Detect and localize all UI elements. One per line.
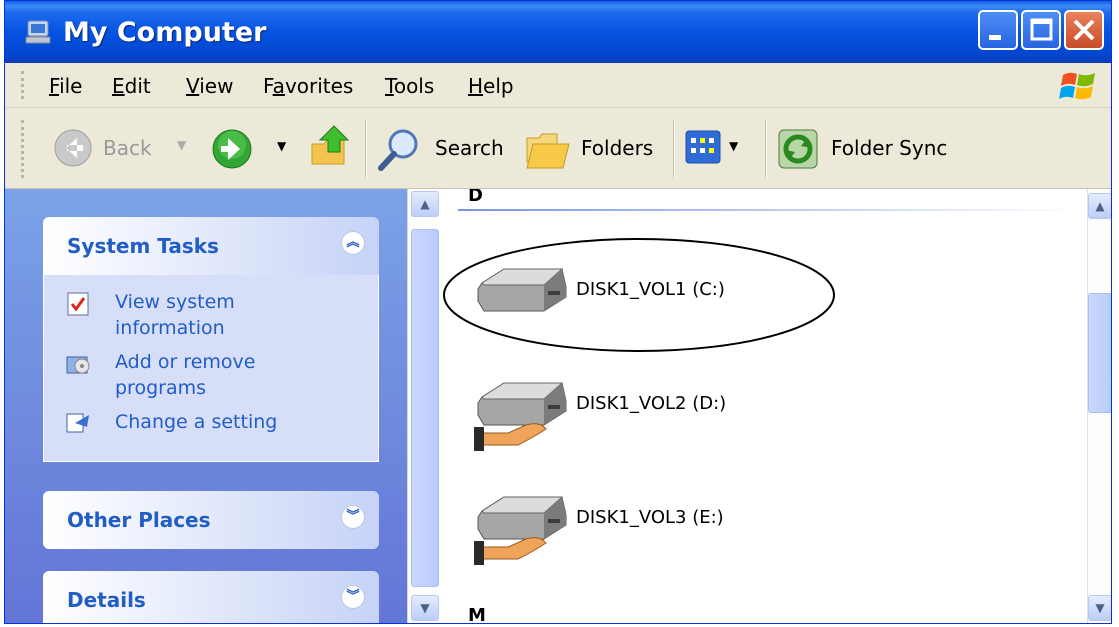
task-label-line1: View system: [115, 291, 235, 313]
forward-button[interactable]: [211, 128, 253, 170]
scroll-down-arrow-icon[interactable]: ▼: [1088, 595, 1111, 621]
forward-dropdown-arrow-icon[interactable]: ▼: [277, 139, 286, 153]
scroll-up-arrow-icon[interactable]: ▲: [1088, 193, 1111, 219]
menu-favorites[interactable]: Favorites: [263, 74, 353, 98]
highlight-ellipse: [443, 238, 835, 352]
search-magnifier-icon: [378, 129, 418, 171]
forward-arrow-icon: [212, 129, 252, 169]
close-icon: [1073, 19, 1095, 41]
task-pane-scrollbar[interactable]: ▲ ▼: [407, 189, 442, 623]
group-header-more: M: [468, 605, 486, 624]
maximize-icon: [1030, 18, 1053, 41]
drive-item[interactable]: DISK1_VOL3 (E:): [470, 481, 770, 565]
maximize-button[interactable]: [1021, 10, 1061, 50]
minimize-icon: [989, 35, 1001, 40]
views-button[interactable]: ▼: [685, 130, 749, 170]
drive-label: DISK1_VOL2 (D:): [576, 393, 727, 414]
back-dropdown-arrow-icon[interactable]: ▼: [177, 138, 186, 152]
menu-file[interactable]: File: [49, 74, 82, 98]
folders-button[interactable]: Folders: [525, 118, 665, 178]
scroll-thumb[interactable]: [411, 229, 439, 587]
menu-grip[interactable]: [21, 71, 27, 99]
file-list-scrollbar[interactable]: ▲ ▼: [1087, 189, 1111, 623]
toolbar-separator: [673, 120, 675, 178]
details-title: Details: [67, 588, 146, 612]
search-label: Search: [435, 136, 504, 160]
drive-label: DISK1_VOL3 (E:): [576, 507, 724, 528]
my-computer-icon: [25, 20, 51, 44]
scroll-thumb[interactable]: [1088, 293, 1111, 413]
close-button[interactable]: [1064, 10, 1104, 50]
folder-sync-button[interactable]: Folder Sync: [777, 118, 977, 178]
menu-view[interactable]: View: [186, 74, 233, 98]
up-folder-icon[interactable]: [308, 122, 356, 170]
details-header[interactable]: Details ︾: [43, 571, 379, 623]
back-label: Back: [103, 136, 152, 160]
other-places-panel: Other Places ︾: [43, 491, 379, 549]
expand-chevron-icon[interactable]: ︾: [341, 505, 365, 529]
scroll-up-arrow-icon[interactable]: ▲: [411, 191, 439, 217]
system-tasks-header[interactable]: System Tasks ︽: [43, 217, 379, 275]
folders-label: Folders: [581, 136, 654, 160]
details-panel: Details ︾: [43, 571, 379, 623]
back-button[interactable]: Back ▼: [45, 116, 195, 180]
standard-toolbar: Back ▼ ▼ Search Folders ▼ Folder Sync: [5, 108, 1111, 189]
toolbar-separator: [365, 120, 367, 178]
folders-icon: [526, 133, 570, 169]
menu-help[interactable]: Help: [468, 74, 514, 98]
system-tasks-panel: System Tasks ︽ View system information A…: [43, 217, 379, 462]
folder-sync-label: Folder Sync: [831, 136, 948, 160]
expand-chevron-icon[interactable]: ︾: [341, 585, 365, 609]
title-bar[interactable]: My Computer: [5, 1, 1111, 63]
group-divider: [458, 209, 1078, 211]
system-tasks-title: System Tasks: [67, 234, 219, 258]
menu-bar: File Edit View Favorites Tools Help: [5, 63, 1111, 108]
other-places-header[interactable]: Other Places ︾: [43, 491, 379, 549]
window-title: My Computer: [63, 17, 267, 48]
drive-item[interactable]: DISK1_VOL2 (D:): [470, 367, 770, 451]
minimize-button[interactable]: [978, 10, 1018, 50]
menu-edit[interactable]: Edit: [112, 74, 151, 98]
shared-hard-drive-icon: [474, 382, 567, 451]
folder-sync-icon: [778, 129, 818, 169]
toolbar-grip[interactable]: [21, 120, 27, 178]
search-button[interactable]: Search: [377, 118, 511, 178]
task-pane: System Tasks ︽ View system information A…: [5, 189, 407, 623]
task-label-line2: programs: [115, 377, 207, 399]
task-label-line1: Add or remove: [115, 351, 256, 373]
scroll-down-arrow-icon[interactable]: ▼: [411, 595, 439, 621]
control-panel-icon: [66, 413, 89, 433]
task-label: Change a setting: [115, 411, 278, 433]
windows-logo-icon: [1059, 72, 1095, 100]
shared-hard-drive-icon: [474, 496, 567, 565]
toolbar-separator: [765, 120, 767, 178]
my-computer-window: My Computer File Edit View Favorites Too…: [4, 0, 1112, 624]
back-arrow-icon: [54, 129, 92, 167]
collapse-chevron-icon[interactable]: ︽: [341, 231, 365, 255]
views-icon: [685, 130, 721, 164]
add-remove-programs-icon: [66, 356, 90, 374]
system-tasks-body: View system information Add or remove pr…: [43, 275, 379, 462]
views-dropdown-arrow-icon[interactable]: ▼: [729, 139, 738, 153]
file-list-view: D DISK1_VOL1 (C:) DISK1_VOL2 (D:) DISK1_…: [442, 189, 1087, 624]
group-header-drives: D: [468, 189, 483, 206]
other-places-title: Other Places: [67, 508, 211, 532]
system-info-icon: [67, 292, 89, 316]
task-label-line2: information: [115, 317, 225, 339]
menu-tools[interactable]: Tools: [385, 74, 434, 98]
